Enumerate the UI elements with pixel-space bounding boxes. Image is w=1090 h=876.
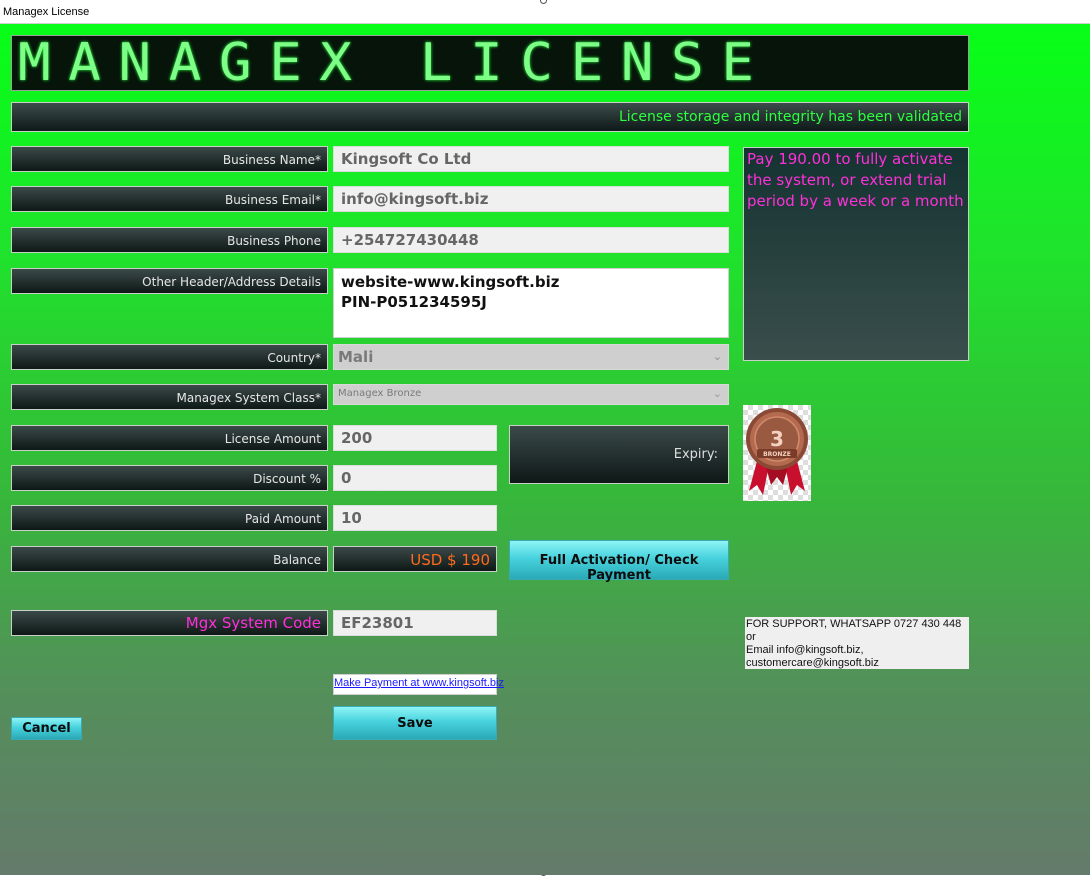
balance-value: USD $ 190 [333,546,497,572]
system-code-label: Mgx System Code [11,610,328,636]
medal-text: BRONZE [763,451,791,458]
bronze-medal-icon: 3 BRONZE [743,405,811,501]
support-line3: customercare@kingsoft.biz [746,657,879,669]
license-amount-label: License Amount [11,425,328,451]
paid-amount-field[interactable]: 10 [333,505,497,531]
other-details-line2: PIN-P051234595J [341,293,487,311]
make-payment-link[interactable]: Make Payment at www.kingsoft.biz [333,674,504,695]
business-phone-field[interactable]: +254727430448 [333,227,729,253]
save-button[interactable]: Save [333,706,497,740]
banner-text: MANAGEX LICENSE [18,35,772,91]
country-label: Country* [11,344,328,370]
license-amount-field[interactable]: 200 [333,425,497,451]
business-email-label: Business Email* [11,186,328,212]
expiry-label: Expiry: [509,425,729,484]
business-email-field[interactable]: info@kingsoft.biz [333,186,729,212]
medal-graphic: 3 BRONZE [746,408,808,495]
country-dropdown[interactable]: Mali ⌄ [333,344,729,370]
activation-note: Pay 190.00 to fully activate the system,… [743,147,969,361]
chevron-down-icon: ⌄ [712,350,722,363]
chevron-down-icon: ⌄ [712,387,722,400]
support-line2: Email info@kingsoft.biz, [746,644,864,656]
system-class-value: Managex Bronze [338,388,422,399]
support-line1: FOR SUPPORT, WHATSAPP 0727 430 448 or [746,618,962,643]
balance-label: Balance [11,546,328,572]
support-info: FOR SUPPORT, WHATSAPP 0727 430 448 or Em… [745,617,969,669]
system-class-dropdown[interactable]: Managex Bronze ⌄ [333,384,729,405]
full-activation-button[interactable]: Full Activation/ Check Payment [509,540,729,583]
medal-number: 3 [770,427,784,451]
status-message: License storage and integrity has been v… [11,102,969,132]
other-details-line1: website-www.kingsoft.biz [341,273,560,291]
other-details-label: Other Header/Address Details [11,268,328,294]
business-name-field[interactable]: Kingsoft Co Ltd [333,146,729,172]
discount-field[interactable]: 0 [333,465,497,491]
lcd-banner: MANAGEX LICENSE [11,35,969,91]
country-value: Mali [338,348,374,366]
other-details-field[interactable]: website-www.kingsoft.biz PIN-P051234595J [333,268,729,338]
business-phone-label: Business Phone [11,227,328,253]
system-code-field[interactable]: EF23801 [333,610,497,636]
business-name-label: Business Name* [11,146,328,172]
system-class-label: Managex System Class* [11,384,328,410]
cancel-button[interactable]: Cancel [11,717,82,740]
paid-amount-label: Paid Amount [11,505,328,531]
discount-label: Discount % [11,465,328,491]
window-title: Managex License [3,6,90,18]
license-form: MANAGEX LICENSE License storage and inte… [0,24,1090,875]
